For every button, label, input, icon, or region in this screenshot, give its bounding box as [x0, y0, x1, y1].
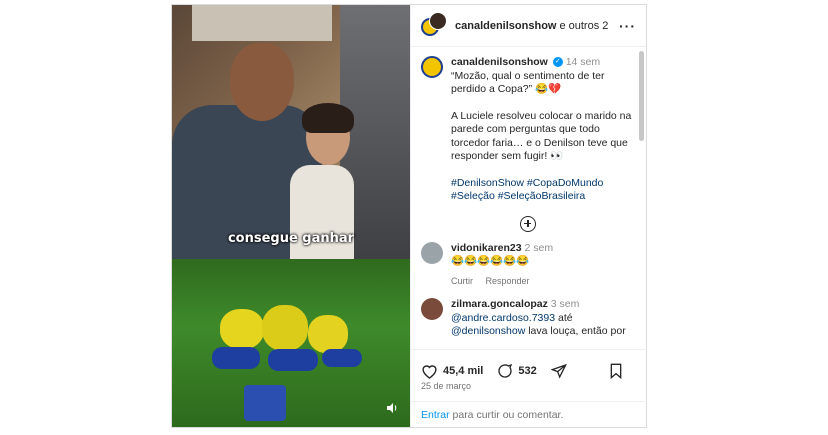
bookmark-icon	[610, 363, 622, 379]
caption-hashtags-1[interactable]: #DenilsonShow #CopaDoMundo	[451, 177, 635, 191]
comment-username[interactable]: zilmara.goncalopaz	[451, 298, 548, 310]
comment-time: 3 sem	[550, 298, 580, 310]
avatar[interactable]	[421, 56, 443, 78]
comment-text: 😂😂😂😂😂😂	[451, 255, 530, 267]
more-options-icon[interactable]: ···	[619, 18, 636, 34]
add-comment-bar: Entrar para curtir ou comentar.	[411, 401, 647, 427]
add-comment-prompt: para curtir ou comentar.	[449, 409, 564, 421]
comments-list: canaldenilsonshow ✓ 14 sem “Mozão, qual …	[411, 48, 647, 349]
caption-line1: “Mozão, qual o sentimento de ter perdido…	[451, 69, 605, 96]
avatar[interactable]	[421, 298, 443, 320]
caption-time[interactable]: 14 sem	[566, 56, 600, 68]
share-icon	[550, 363, 567, 379]
load-more-icon[interactable]	[520, 215, 536, 232]
post-header: canaldenilsonshow e outros 2 ···	[411, 5, 646, 47]
comment-time: 2 sem	[524, 241, 554, 254]
comment-button[interactable]: 532	[497, 363, 537, 379]
heart-icon	[422, 364, 437, 379]
post-date[interactable]: 25 de março	[421, 381, 471, 391]
likes-count[interactable]: 45,4 mil	[443, 365, 483, 377]
comment-item: vidonikaren23 2 sem 😂😂😂😂😂😂 Curtir Respon…	[421, 241, 635, 289]
caption: canaldenilsonshow ✓ 14 sem “Mozão, qual …	[421, 56, 635, 204]
caption-line2: A Luciele resolveu colocar o marido na p…	[451, 109, 632, 163]
caption-username[interactable]: canaldenilsonshow	[451, 56, 548, 68]
post-card: consegue ganhar canaldenilsonshow e outr…	[171, 4, 647, 428]
comment-icon	[498, 363, 513, 378]
save-button[interactable]	[609, 363, 623, 379]
verified-icon: ✓	[552, 57, 563, 68]
login-link[interactable]: Entrar	[421, 409, 450, 421]
like-button[interactable]: 45,4 mil	[421, 363, 483, 379]
comment-mention[interactable]: @denilsonshow	[451, 325, 525, 337]
comment-mention[interactable]: @andre.cardoso.7393	[451, 312, 555, 324]
comment-text: lava louça, então por	[525, 325, 626, 337]
video-frame-bottom	[172, 259, 410, 427]
comment-like-button[interactable]: Curtir	[451, 276, 473, 286]
comment-item: zilmara.goncalopaz 3 sem @andre.cardoso.…	[421, 298, 635, 339]
avatar	[429, 11, 447, 30]
comment-text: até	[555, 311, 573, 324]
collab-avatars[interactable]	[421, 11, 449, 40]
header-username[interactable]: canaldenilsonshow	[455, 20, 556, 32]
comment-username[interactable]: vidonikaren23	[451, 242, 522, 254]
share-button[interactable]	[550, 363, 567, 379]
comment-reply-button[interactable]: Responder	[486, 276, 530, 286]
video-subtitle: consegue ganhar	[227, 231, 355, 246]
header-collaborators[interactable]: e outros 2	[559, 20, 608, 32]
comments-count[interactable]: 532	[518, 365, 536, 377]
post-sidebar: canaldenilsonshow e outros 2 ··· canalde…	[410, 5, 647, 427]
video-frame-top: consegue ganhar	[172, 5, 410, 259]
volume-icon[interactable]	[386, 402, 398, 417]
avatar[interactable]	[421, 241, 443, 264]
caption-hashtags-2[interactable]: #Seleção #SeleçãoBrasileira	[451, 190, 635, 204]
post-media[interactable]: consegue ganhar	[172, 5, 410, 427]
